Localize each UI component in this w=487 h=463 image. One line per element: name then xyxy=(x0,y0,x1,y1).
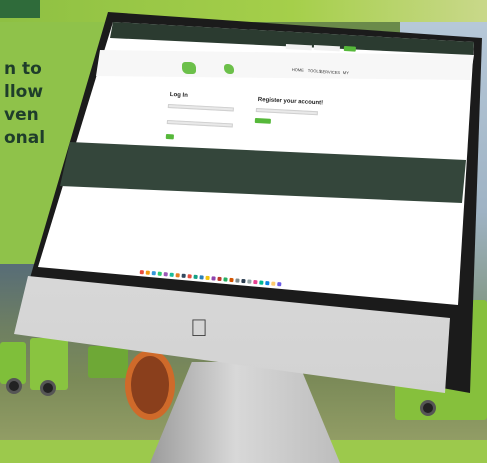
login-button[interactable] xyxy=(165,134,174,140)
dock-app-icon[interactable] xyxy=(229,277,234,283)
dock-app-icon[interactable] xyxy=(265,280,270,286)
dock-app-icon[interactable] xyxy=(193,274,198,280)
site-badge-icon xyxy=(224,64,234,74)
dock-app-icon[interactable] xyxy=(157,271,162,276)
dock-app-icon[interactable] xyxy=(211,276,216,281)
dock-app-icon[interactable] xyxy=(223,277,228,282)
dock-app-icon[interactable] xyxy=(169,272,174,277)
dock-app-icon[interactable] xyxy=(217,276,222,282)
register-button[interactable] xyxy=(254,118,271,124)
dock-app-icon[interactable] xyxy=(277,282,282,287)
dock-app-icon[interactable] xyxy=(205,275,210,281)
dock-app-icon[interactable] xyxy=(259,280,264,285)
monitor-stand xyxy=(150,362,340,463)
nav-item-home[interactable]: HOME xyxy=(292,67,304,73)
site-search-button[interactable] xyxy=(343,46,356,52)
dock-app-icon[interactable] xyxy=(247,279,252,284)
dock-app-icon[interactable] xyxy=(187,274,192,279)
dock-app-icon[interactable] xyxy=(235,278,240,283)
dock-app-icon[interactable] xyxy=(163,272,168,277)
nav-item-services[interactable]: SERVICES xyxy=(320,69,340,75)
site-logo-icon xyxy=(182,62,196,74)
imac-monitor:  HOME TOOLS SERVICES MY Log In Register… xyxy=(0,0,487,463)
dock-app-icon[interactable] xyxy=(175,273,180,278)
nav-item-my[interactable]: MY xyxy=(343,70,349,75)
apple-logo-icon:  xyxy=(188,316,210,342)
dock-app-icon[interactable] xyxy=(151,271,156,276)
dock-app-icon[interactable] xyxy=(139,270,144,275)
dock-app-icon[interactable] xyxy=(253,279,258,285)
login-heading: Log In xyxy=(169,92,188,99)
dock-app-icon[interactable] xyxy=(145,270,150,275)
dock-app-icon[interactable] xyxy=(241,278,246,284)
dock-app-icon[interactable] xyxy=(199,275,204,280)
dock-app-icon[interactable] xyxy=(181,273,186,278)
dock-app-icon[interactable] xyxy=(271,281,276,286)
